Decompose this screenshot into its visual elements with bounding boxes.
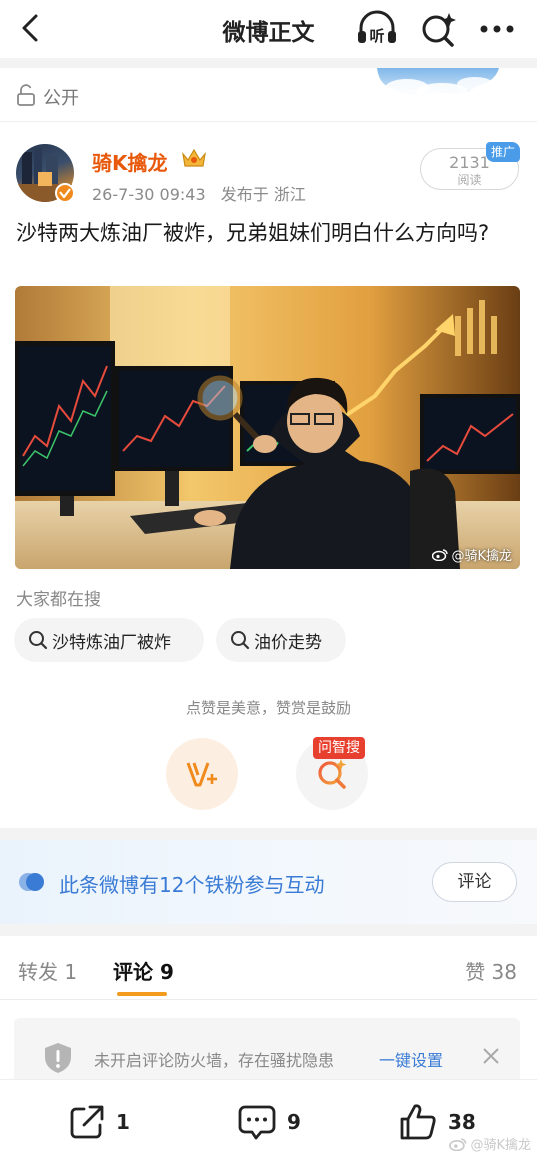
search-icon [29, 631, 48, 650]
suggestion-chip[interactable]: 油价走势 [216, 618, 346, 662]
separator [0, 924, 537, 936]
tab-repost[interactable]: 转发 1 [18, 956, 77, 985]
post-time: 26-7-30 09:43 [92, 185, 206, 204]
reward-hint: 点赞是美意，赞赏是鼓励 [185, 699, 351, 717]
interaction-tabs: 转发 1 评论 9 赞 38 [0, 936, 537, 1000]
verified-badge-icon [55, 183, 75, 203]
comment-button[interactable]: 9 [237, 1102, 301, 1142]
visibility-row: 公开 [0, 68, 537, 122]
post-image[interactable]: @骑K擒龙 [15, 286, 520, 569]
tab-comment[interactable]: 评论 9 [113, 956, 174, 985]
watermark-text: @骑K擒龙 [470, 1138, 531, 1153]
read-label: 阅读 [457, 173, 482, 187]
suggestion-chip[interactable]: 沙特炼油厂被炸 [14, 618, 204, 662]
listen-label: 听 [369, 27, 384, 45]
image-watermark: @骑K擒龙 [432, 545, 512, 564]
screenshot-watermark: @骑K擒龙 [449, 1134, 531, 1153]
close-icon[interactable] [480, 1045, 502, 1067]
tab-like[interactable]: 赞 38 [465, 956, 517, 985]
crown-icon [182, 148, 206, 167]
search-icon [231, 631, 250, 650]
headphones-icon: 听 [358, 10, 396, 45]
visibility-label: 公开 [43, 88, 79, 109]
unlock-icon [17, 84, 35, 106]
fans-comment-button[interactable]: 评论 [432, 862, 517, 902]
author-name[interactable]: 骑K擒龙 [92, 147, 168, 176]
reward-button[interactable] [166, 738, 238, 810]
repost-count: 1 [116, 1110, 130, 1134]
suggestion-label: 油价走势 [254, 632, 322, 653]
firewall-setup-link[interactable]: 一键设置 [379, 1047, 443, 1071]
more-dots-icon [480, 25, 514, 33]
more-button[interactable] [474, 9, 520, 49]
suggestion-label: 沙特炼油厂被炸 [52, 632, 171, 653]
watermark-text: @骑K擒龙 [451, 549, 512, 564]
fans-interaction-banner[interactable]: 此条微博有12个铁粉参与互动 评论 [0, 840, 537, 924]
active-tab-indicator [117, 992, 167, 996]
fans-interaction-text: 此条微博有12个铁粉参与互动 [59, 873, 325, 897]
weibo-logo-icon [432, 549, 449, 561]
bottom-action-bar: 1 9 38 @骑K擒龙 [0, 1080, 537, 1162]
comment-icon [238, 1105, 276, 1140]
firewall-text: 未开启评论防火墙，存在骚扰隐患 [94, 1051, 335, 1070]
separator [0, 828, 537, 840]
chat-bubbles-icon [19, 873, 44, 891]
ai-search-icon [318, 759, 347, 789]
post-location: 发布于 浙江 [220, 185, 306, 204]
listen-button[interactable]: 听 [355, 9, 399, 49]
suggestions-title: 大家都在搜 [16, 590, 101, 610]
like-count: 38 [448, 1110, 476, 1134]
ai-search-tag: 问智搜 [313, 737, 365, 759]
promo-tag: 推广 [486, 142, 520, 162]
post-meta: 26-7-30 09:43 发布于 浙江 [92, 181, 306, 205]
search-sparkle-icon [422, 13, 456, 47]
cloud-decoration [377, 68, 499, 101]
top-nav-bar: 微博正文 听 [0, 0, 537, 58]
back-button[interactable] [10, 8, 50, 48]
weibo-logo-icon [449, 1137, 467, 1151]
thumbs-up-icon [400, 1104, 436, 1140]
comment-count: 9 [287, 1110, 301, 1134]
shield-alert-icon [45, 1043, 71, 1073]
repost-button[interactable]: 1 [68, 1102, 130, 1142]
repost-icon [70, 1105, 104, 1139]
separator [0, 58, 537, 68]
post-text: 沙特两大炼油厂被炸，兄弟姐妹们明白什么方向吗? [16, 221, 490, 245]
back-arrow-icon [22, 14, 38, 42]
reward-v-plus-icon [186, 762, 217, 787]
trader-illustration [15, 286, 520, 569]
ai-search-button[interactable] [416, 9, 460, 49]
